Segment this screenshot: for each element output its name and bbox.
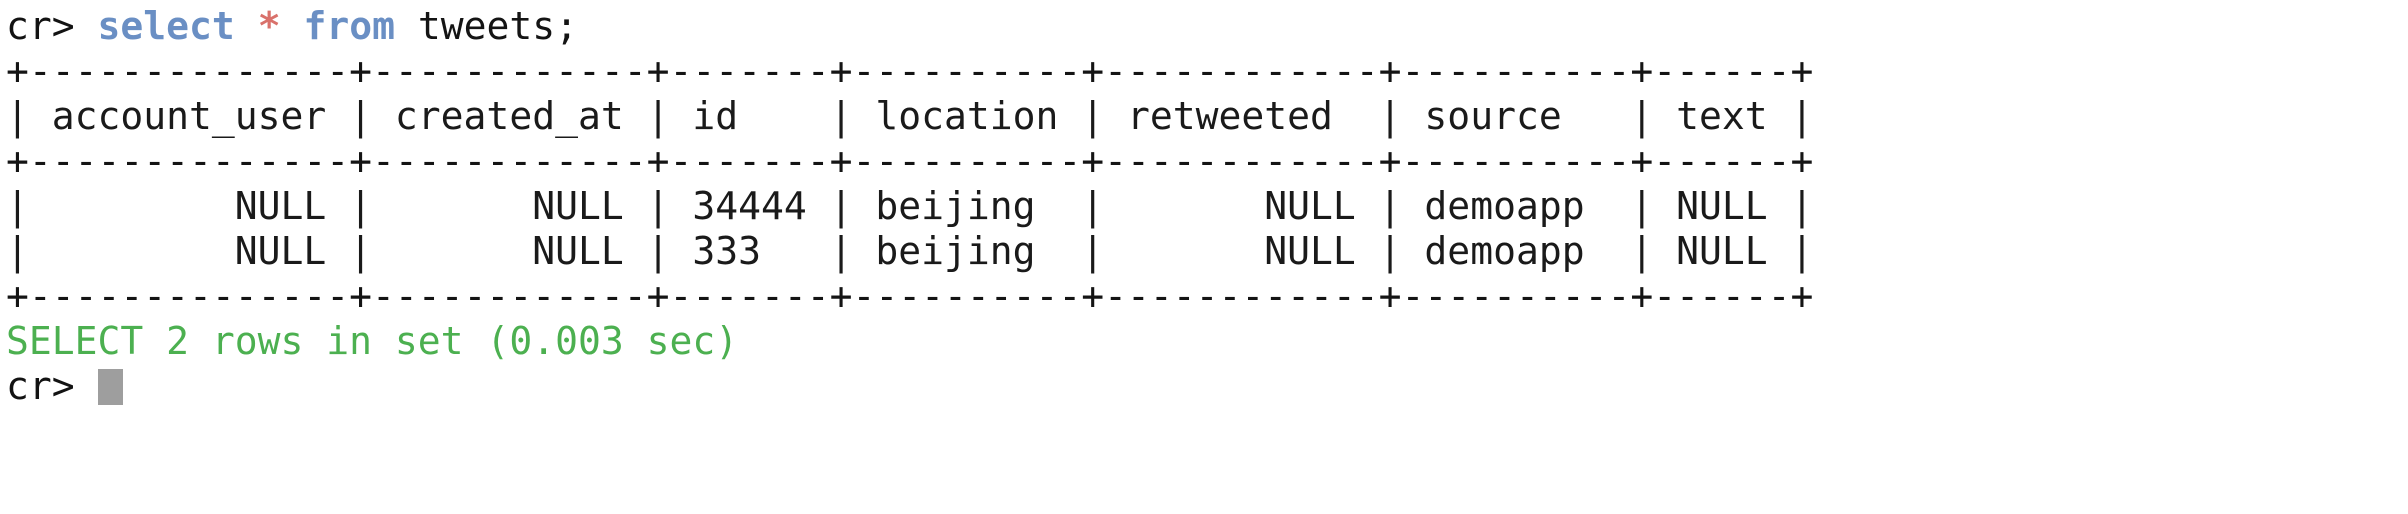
table-header-row: | account_user | created_at | id | locat… xyxy=(6,94,1814,138)
space-2 xyxy=(281,4,304,48)
shell-prompt: cr> xyxy=(6,364,98,408)
text-cursor xyxy=(97,369,123,405)
space-1 xyxy=(235,4,258,48)
table-row: | NULL | NULL | 333 | beijing | NULL | d… xyxy=(6,229,1814,273)
sql-keyword-from: from xyxy=(303,4,395,48)
table-bottom-rule: +--------------+------------+-------+---… xyxy=(6,274,1814,318)
final-prompt-line[interactable]: cr> xyxy=(6,364,2408,409)
status-line: SELECT 2 rows in set (0.003 sec) xyxy=(6,319,739,363)
table-top-rule: +--------------+------------+-------+---… xyxy=(6,49,1814,93)
terminal-window[interactable]: cr> select * from tweets; +-------------… xyxy=(0,0,2408,514)
space-3 xyxy=(395,4,418,48)
table-header-separator: +--------------+------------+-------+---… xyxy=(6,139,1814,183)
sql-keyword-select: select xyxy=(97,4,235,48)
sql-table-name: tweets; xyxy=(417,4,579,48)
sql-star-operator: * xyxy=(257,4,281,48)
command-line: cr> select * from tweets; xyxy=(6,4,2408,49)
shell-prompt: cr> xyxy=(6,4,98,48)
table-row: | NULL | NULL | 34444 | beijing | NULL |… xyxy=(6,184,1814,228)
